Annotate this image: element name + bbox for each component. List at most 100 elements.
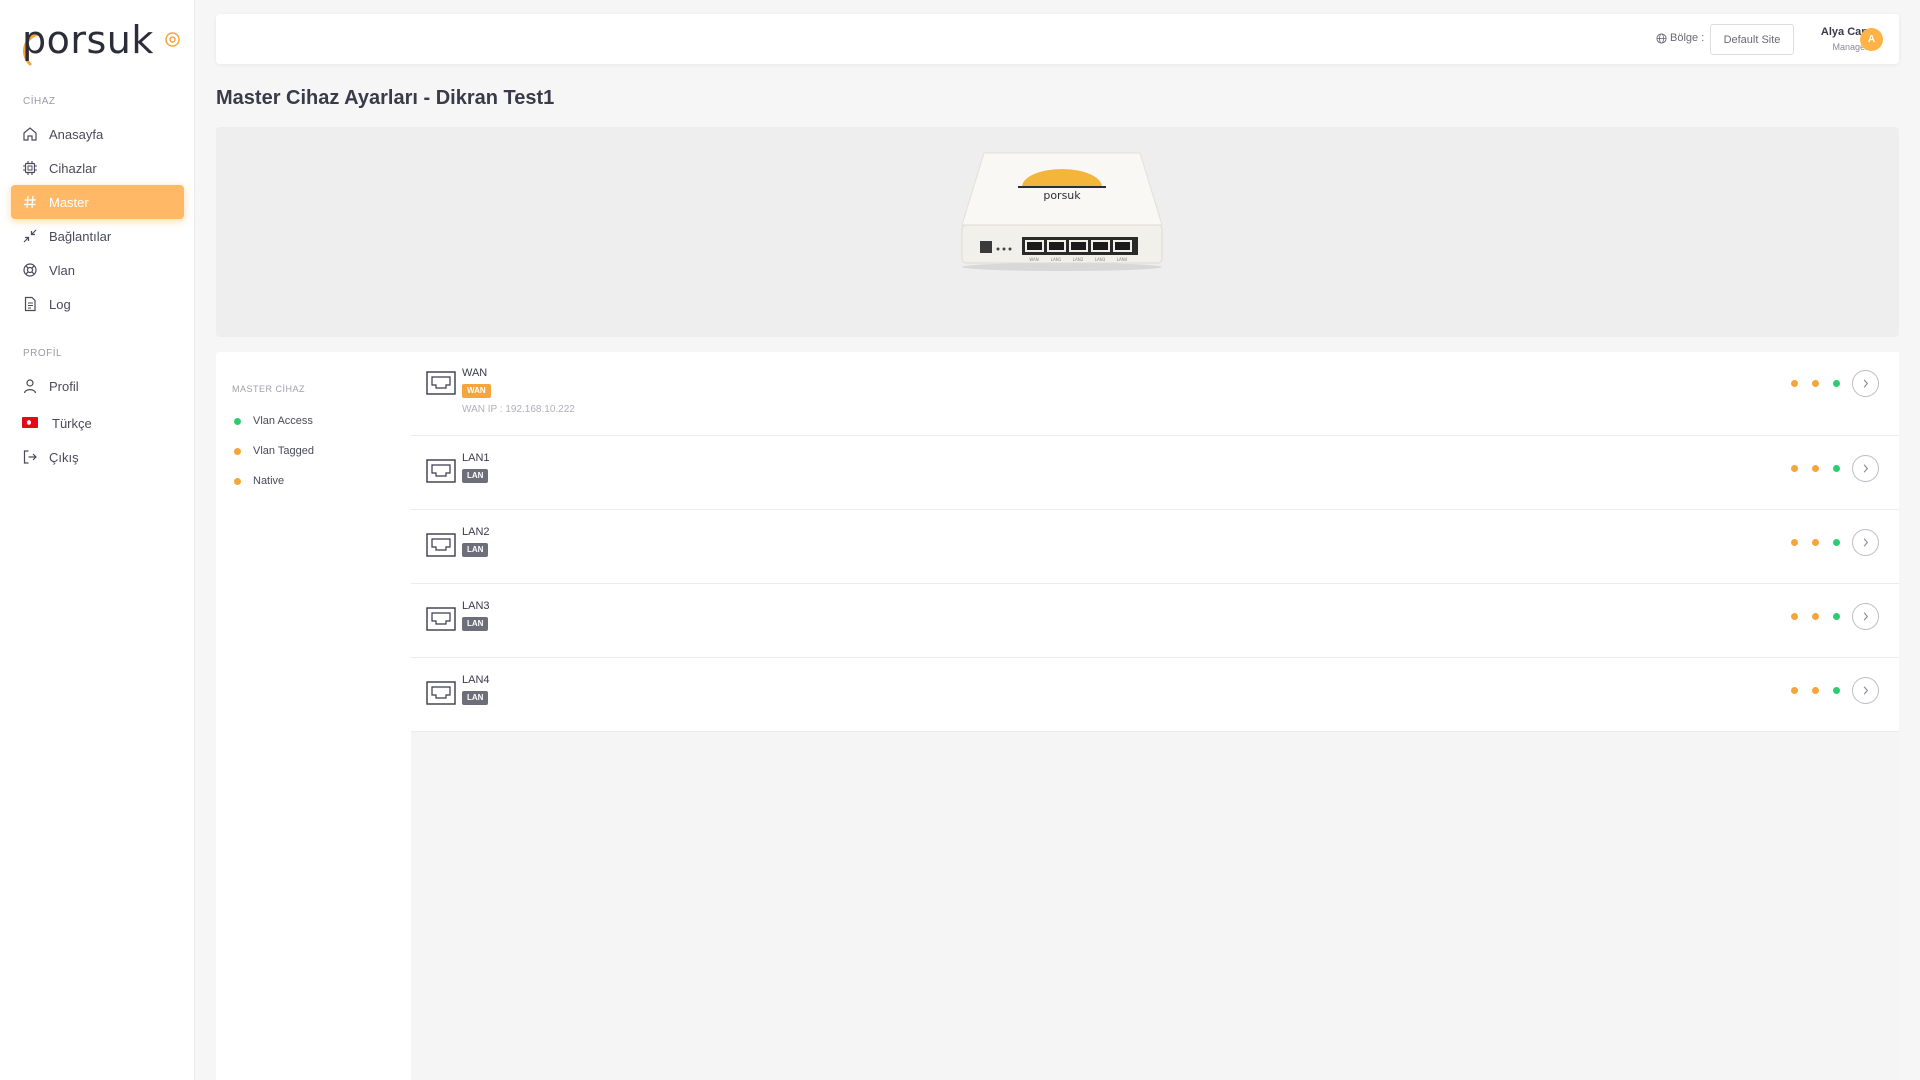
status-dot [1791, 539, 1798, 546]
device-logo-text: porsuk [1043, 189, 1081, 202]
status-dot [1833, 539, 1840, 546]
port-status-dots [1791, 613, 1840, 620]
globe-icon [1656, 32, 1667, 44]
sidebar-item-label: Vlan [49, 263, 76, 278]
port-status-dots [1791, 687, 1840, 694]
status-dot [1833, 380, 1840, 387]
port-name: LAN1 [462, 452, 490, 464]
ethernet-port-icon [426, 607, 456, 631]
topbar: Bölge : Default Site Alya Can Manager A [216, 14, 1899, 64]
legend-dot-orange [234, 447, 241, 455]
sidebar-item-log[interactable]: Log [11, 287, 184, 321]
region-select[interactable]: Default Site [1710, 24, 1794, 55]
legend-label: Vlan Access [253, 415, 313, 427]
chip-icon [23, 161, 37, 175]
legend-label: Vlan Tagged [253, 445, 314, 457]
region-label-text: Bölge : [1670, 32, 1705, 44]
status-dot [1833, 687, 1840, 694]
port-name: LAN2 [462, 526, 490, 538]
port-row-wan[interactable]: WAN WAN WAN IP : 192.168.10.222 [411, 352, 1899, 436]
sidebar-toggle-icon[interactable] [164, 31, 181, 48]
sidebar-item-cihazlar[interactable]: Cihazlar [11, 151, 184, 185]
chevron-right-icon[interactable] [1852, 677, 1879, 704]
page-title: Master Cihaz Ayarları - Dikran Test1 [216, 87, 555, 109]
document-icon [24, 296, 36, 312]
sidebar: porsuk CİHAZ Anasayfa Cihazlar Master Ba… [0, 0, 195, 1080]
status-dot [1833, 613, 1840, 620]
sidebar-item-label: Log [49, 297, 71, 312]
ports-list: WAN WAN WAN IP : 192.168.10.222 LAN1 LAN [411, 352, 1899, 1080]
legend-dot-green [234, 417, 241, 425]
home-icon [23, 127, 37, 141]
sidebar-item-label: Anasayfa [49, 127, 104, 142]
sidebar-item-baglantilar[interactable]: Bağlantılar [11, 219, 184, 253]
sidebar-item-profil[interactable]: Profil [11, 369, 184, 403]
sidebar-item-logout[interactable]: Çıkış [11, 440, 184, 474]
status-dot [1791, 380, 1798, 387]
chevron-right-icon[interactable] [1852, 370, 1879, 397]
ethernet-port-icon [426, 533, 456, 557]
port-row-lan2[interactable]: LAN2 LAN [411, 510, 1899, 584]
legend-item-vlan-access: Vlan Access [234, 415, 313, 427]
sidebar-item-label: Çıkış [49, 450, 79, 465]
port-type-badge: WAN [462, 384, 491, 398]
hash-icon [24, 195, 36, 209]
status-dot [1791, 687, 1798, 694]
chevron-right-icon[interactable] [1852, 455, 1879, 482]
ethernet-port-icon [426, 459, 456, 483]
status-dot [1812, 380, 1819, 387]
ports-card: MASTER CİHAZ Vlan Access Vlan Tagged Nat… [216, 352, 1899, 1080]
region-label: Bölge : [1656, 32, 1704, 44]
sidebar-item-language[interactable]: Türkçe [11, 406, 184, 440]
chevron-right-icon[interactable] [1852, 529, 1879, 556]
logout-icon [23, 450, 37, 464]
port-type-badge: LAN [462, 617, 489, 631]
status-dot [1833, 465, 1840, 472]
legend-title: MASTER CİHAZ [232, 384, 306, 394]
port-name: WAN [462, 367, 488, 379]
status-dot [1791, 465, 1798, 472]
sidebar-item-anasayfa[interactable]: Anasayfa [11, 117, 184, 151]
device-port-label: WAN [1029, 257, 1038, 262]
chevron-right-icon[interactable] [1852, 603, 1879, 630]
collapse-arrows-icon [23, 229, 37, 243]
sidebar-item-label: Bağlantılar [49, 229, 112, 244]
sidebar-item-vlan[interactable]: Vlan [11, 253, 184, 287]
wan-ip: WAN IP : 192.168.10.222 [462, 404, 575, 415]
status-dot [1812, 465, 1819, 472]
port-status-dots [1791, 539, 1840, 546]
legend-dot-orange [234, 477, 241, 485]
port-name: LAN3 [462, 600, 490, 612]
avatar[interactable]: A [1860, 28, 1883, 51]
sidebar-item-label: Cihazlar [49, 161, 97, 176]
device-image-panel: porsuk WAN LAN1 LAN2 LAN3 LAN4 [216, 127, 1899, 337]
port-type-badge: LAN [462, 543, 489, 557]
logo-text: porsuk [22, 18, 154, 62]
lifebuoy-icon [23, 263, 37, 277]
legend-item-native: Native [234, 475, 284, 487]
port-row-lan3[interactable]: LAN3 LAN [411, 584, 1899, 658]
status-dot [1812, 539, 1819, 546]
port-row-lan1[interactable]: LAN1 LAN [411, 436, 1899, 510]
status-dot [1812, 613, 1819, 620]
port-type-badge: LAN [462, 691, 489, 705]
port-name: LAN4 [462, 674, 490, 686]
port-status-dots [1791, 465, 1840, 472]
device-port-label: LAN3 [1095, 257, 1106, 262]
section-label-cihaz: CİHAZ [23, 96, 56, 107]
device-port-label: LAN4 [1117, 257, 1128, 262]
port-row-lan4[interactable]: LAN4 LAN [411, 658, 1899, 732]
device-port-label: LAN1 [1051, 257, 1062, 262]
port-type-badge: LAN [462, 469, 489, 483]
section-label-profil: PROFİL [23, 348, 63, 359]
device-port-label: LAN2 [1073, 257, 1084, 262]
sidebar-item-master[interactable]: Master [11, 185, 184, 219]
ethernet-port-icon [426, 681, 456, 705]
ethernet-port-icon [426, 371, 456, 395]
legend-label: Native [253, 475, 285, 487]
master-device-image: porsuk WAN LAN1 LAN2 LAN3 LAN4 [961, 152, 1163, 271]
turkey-flag-icon [22, 417, 38, 428]
port-status-dots [1791, 380, 1840, 387]
porsuk-logo[interactable]: porsuk [16, 16, 186, 66]
user-name: Alya Can [1820, 26, 1868, 38]
